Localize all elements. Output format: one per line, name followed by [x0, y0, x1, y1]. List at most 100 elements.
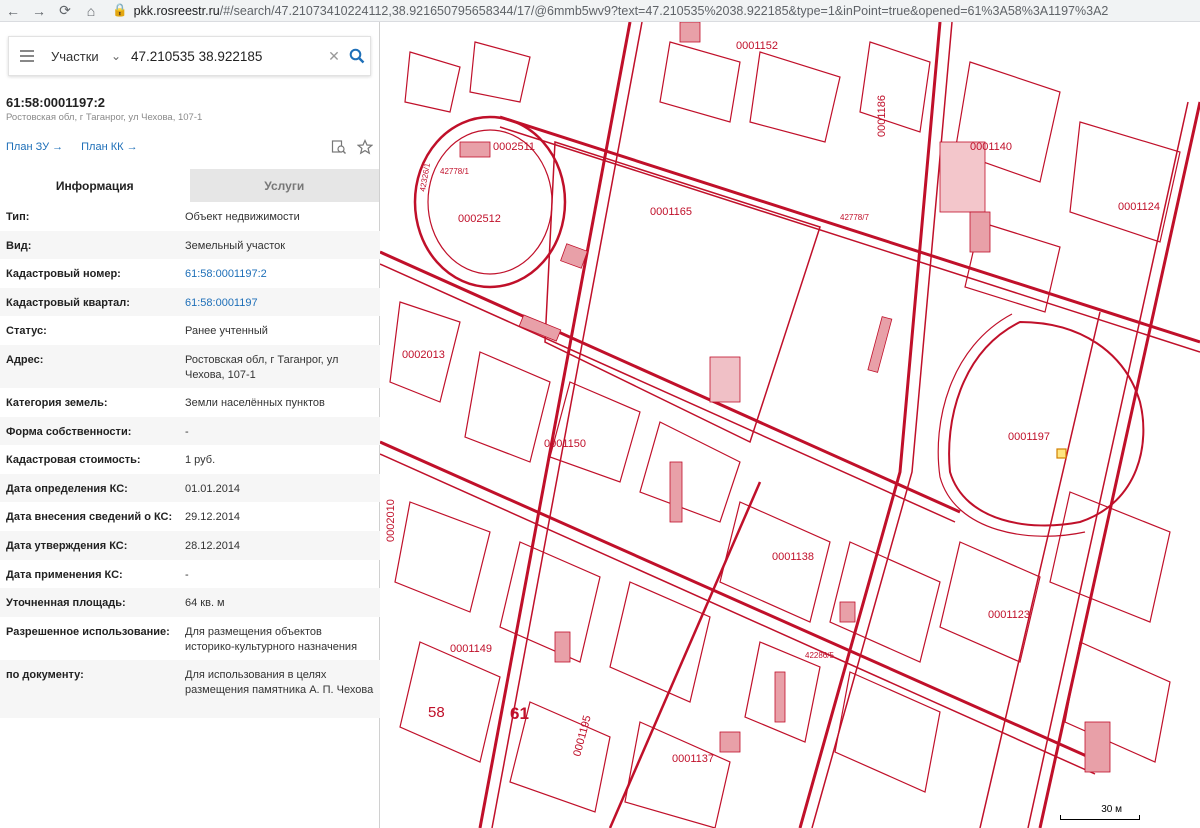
info-label: Кадастровый номер: [6, 268, 121, 281]
info-value: - [185, 568, 189, 581]
map-label: 42326/1 [418, 162, 432, 193]
info-label: Вид: [6, 239, 32, 252]
chevron-down-icon[interactable]: ⌄ [111, 49, 131, 63]
search-button[interactable] [344, 48, 370, 64]
map-label: 0001140 [970, 141, 1012, 153]
address-bar[interactable]: 🔒 pkk.rosreestr.ru /#/search/47.21073410… [112, 0, 1192, 22]
map-label: 0002010 [385, 499, 397, 542]
object-address: Ростовская обл, г Таганрог, ул Чехова, 1… [6, 112, 203, 123]
tab-services[interactable]: Услуги [189, 169, 379, 202]
map-label: 58 [428, 704, 445, 721]
info-label: Разрешенное использование: [6, 625, 170, 638]
search-type-select[interactable]: Участки [45, 49, 111, 64]
map-scale-bar: 30 м [1060, 804, 1140, 820]
forward-icon[interactable]: → [26, 0, 52, 22]
info-row: Дата утверждения КС: 28.12.2014 [0, 530, 380, 560]
info-value: - [185, 425, 189, 438]
menu-icon[interactable] [9, 50, 45, 62]
back-icon[interactable]: ← [0, 0, 26, 22]
clear-icon[interactable]: ✕ [324, 48, 344, 65]
map-label: 0001124 [1118, 201, 1160, 213]
map-label: 42778/7 [840, 213, 869, 222]
cadastral-number-link[interactable]: 61:58:0001197:2 [185, 267, 374, 282]
info-label: Адрес: [6, 353, 44, 366]
info-value: 29.12.2014 [185, 511, 241, 524]
info-value: 1 руб. [185, 454, 216, 467]
info-row: Дата определения КС: 01.01.2014 [0, 473, 380, 503]
info-row: Уточненная площадь: 64 кв. м [0, 588, 380, 617]
info-label: Статус: [6, 325, 47, 338]
info-value: 01.01.2014 [185, 482, 241, 495]
tab-info[interactable]: Информация [0, 169, 190, 202]
cadastral-map[interactable]: 0001152 0001186 0001140 0002511 0002512 … [380, 22, 1200, 828]
info-label: Категория земель: [6, 396, 108, 409]
browser-toolbar: ← → ⟳ ⌂ 🔒 pkk.rosreestr.ru /#/search/47.… [0, 0, 1200, 22]
map-label: 0001152 [736, 40, 778, 52]
plan-kk-link[interactable]: План КК → [81, 141, 137, 153]
info-row: Статус: Ранее учтенный [0, 316, 380, 345]
home-icon[interactable]: ⌂ [78, 0, 104, 22]
info-label: Дата применения КС: [6, 568, 123, 581]
map-label: 0001197 [1008, 431, 1050, 443]
map-label: 0001137 [672, 753, 714, 765]
map-label: 0001150 [544, 438, 586, 450]
info-value: Для использования в целях размещения пам… [185, 668, 374, 696]
info-row: Дата внесения сведений о КС: 29.12.2014 [0, 502, 380, 531]
tab-bar: Информация Услуги [0, 169, 379, 202]
map-label: 0001186 [876, 95, 888, 137]
info-label: Кадастровая стоимость: [6, 454, 141, 467]
info-value: Ранее учтенный [185, 325, 268, 338]
info-label: Уточненная площадь: [6, 597, 126, 610]
map-label: 42778/1 [440, 167, 469, 176]
map-label: 0001123 [988, 609, 1030, 621]
info-row: Разрешенное использование: Для размещени… [0, 617, 380, 660]
selected-parcel-marker[interactable] [1056, 448, 1067, 459]
plan-links: План ЗУ → План КК → [0, 125, 379, 169]
info-row: Кадастровая стоимость: 1 руб. [0, 445, 380, 474]
search-box: Участки ⌄ ✕ [8, 36, 371, 76]
lock-icon: 🔒 [112, 3, 128, 17]
plan-zu-link[interactable]: План ЗУ → [6, 141, 63, 153]
map-label: 0001138 [772, 551, 814, 563]
sidebar: Участки ⌄ ✕ 61:58:0001197:2 Ростовская о… [0, 22, 380, 828]
info-value: Земли населённых пунктов [185, 396, 325, 409]
cadastral-quarter-link[interactable]: 61:58:0001197 [185, 296, 374, 311]
search-row: Участки ⌄ ✕ [0, 22, 379, 90]
info-row: Тип: Объект недвижимости [0, 202, 380, 231]
map-label: 0002511 [493, 141, 535, 153]
info-label: Дата внесения сведений о КС: [6, 511, 173, 524]
url-host: pkk.rosreestr.ru [133, 3, 220, 18]
info-row: Категория земель: Земли населённых пункт… [0, 388, 380, 417]
info-row: Вид: Земельный участок [0, 230, 380, 260]
map-label: 42286/5 [805, 651, 834, 660]
info-label: Тип: [6, 211, 30, 223]
info-label: Кадастровый квартал: [6, 296, 130, 309]
info-value: 64 кв. м [185, 597, 225, 610]
info-value: 28.12.2014 [185, 539, 241, 552]
map-label: 0001149 [450, 643, 492, 655]
object-number: 61:58:0001197:2 [6, 95, 106, 110]
info-table: Тип: Объект недвижимости Вид: Земельный … [0, 202, 380, 718]
info-label: по документу: [6, 668, 84, 681]
map-label: 61 [510, 704, 529, 723]
info-label: Дата утверждения КС: [6, 539, 128, 552]
info-value: Земельный участок [185, 239, 286, 252]
star-icon[interactable] [357, 139, 373, 155]
info-value: Объект недвижимости [185, 211, 300, 223]
map-canvas[interactable]: 0001152 0001186 0001140 0002511 0002512 … [380, 22, 1200, 828]
info-value: Ростовская обл, г Таганрог, ул Чехова, 1… [185, 353, 339, 381]
reload-icon[interactable]: ⟳ [52, 0, 78, 22]
info-row: Форма собственности: - [0, 416, 380, 446]
info-row: по документу: Для использования в целях … [0, 659, 380, 718]
search-input[interactable] [131, 48, 324, 64]
info-value: Для размещения объектов историко-культур… [185, 625, 358, 653]
info-row: Дата применения КС: - [0, 560, 380, 589]
map-label: 0001195 [571, 714, 593, 758]
map-label: 0002013 [402, 349, 445, 361]
info-label: Дата определения КС: [6, 482, 128, 495]
info-row: Кадастровый квартал: 61:58:0001197 [0, 287, 380, 317]
search-doc-icon[interactable] [331, 139, 347, 155]
map-label: 0002512 [458, 213, 501, 225]
search-icon [349, 48, 365, 64]
info-label: Форма собственности: [6, 425, 132, 438]
